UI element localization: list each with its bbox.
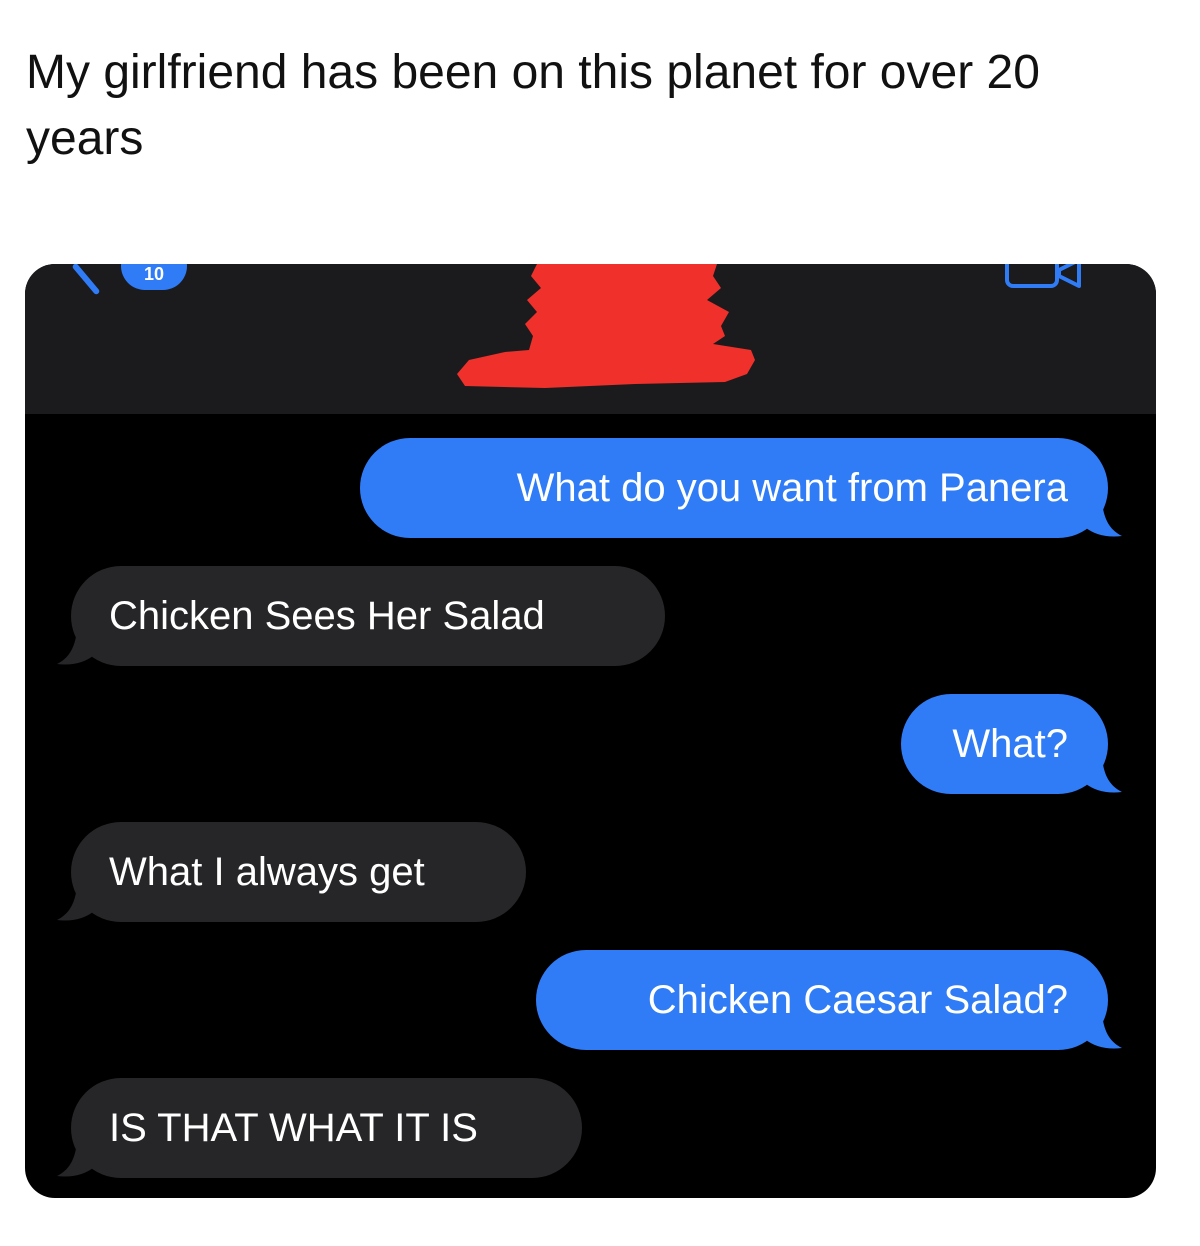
unread-count-badge[interactable]: 10 [121,264,187,290]
received-message-bubble[interactable]: What I always get [57,822,526,922]
contact-name-redaction [457,264,755,388]
sent-message-bubble[interactable]: What? [901,694,1122,794]
received-message-bubble[interactable]: Chicken Sees Her Salad [57,566,665,666]
received-message-bubble[interactable]: IS THAT WHAT IT IS [57,1078,582,1178]
conversation-header: 10 [25,264,1156,414]
bubble-tail [57,1142,93,1177]
back-chevron-icon[interactable] [71,264,101,296]
message-text: Chicken Sees Her Salad [109,594,545,638]
video-call-icon[interactable] [1003,264,1087,290]
bubble-tail [1086,758,1122,793]
message-text: What? [952,722,1068,766]
message-text: What do you want from Panera [516,466,1068,510]
bubble-tail [1086,502,1122,537]
bubble-tail [1086,1014,1122,1049]
sent-message-bubble[interactable]: Chicken Caesar Salad? [536,950,1122,1050]
bubble-tail [57,630,93,665]
message-text: Chicken Caesar Salad? [647,978,1068,1022]
bubble-tail [57,886,93,921]
message-text: IS THAT WHAT IT IS [109,1106,478,1150]
message-text: What I always get [109,850,425,894]
sent-message-bubble[interactable]: What do you want from Panera [360,438,1122,538]
post-caption: My girlfriend has been on this planet fo… [26,46,1040,165]
imessage-screenshot: 10 What do you want from Panera Chicken … [25,264,1156,1198]
